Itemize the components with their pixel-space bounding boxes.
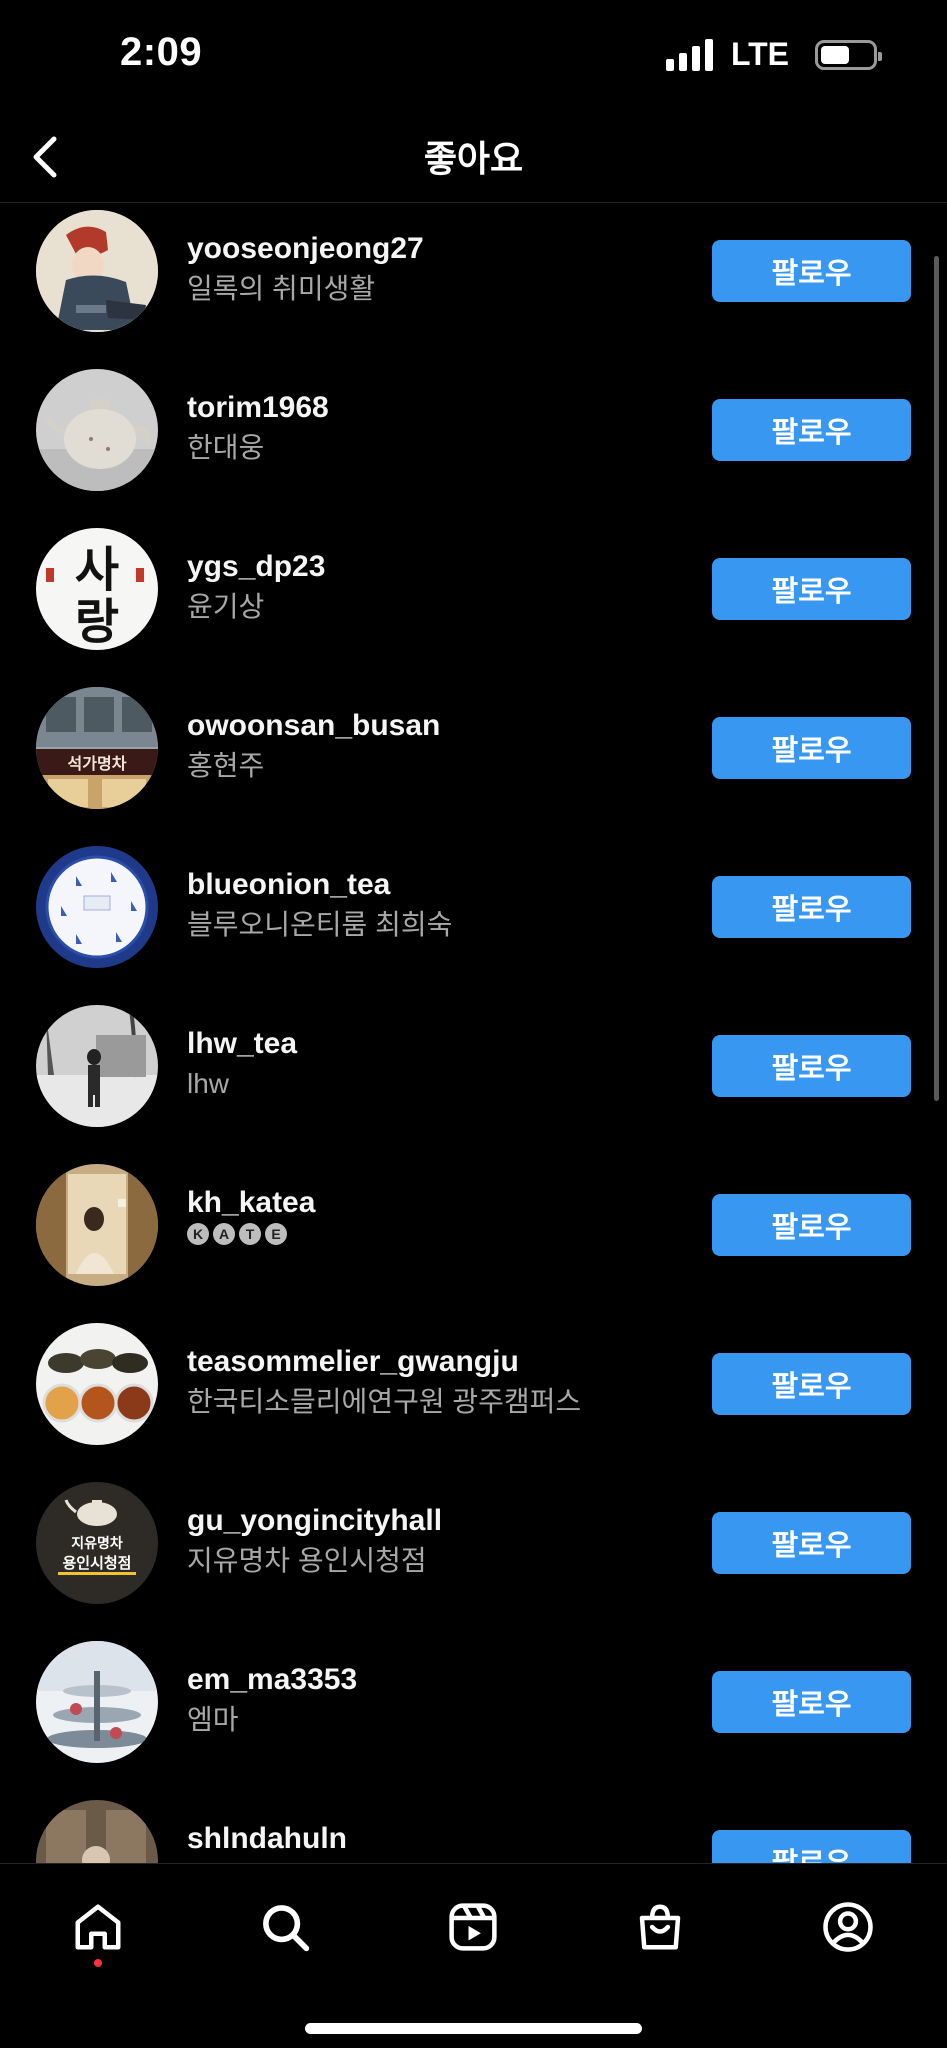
svg-text:석가명차: 석가명차: [68, 754, 127, 773]
follow-button[interactable]: 팔로우: [712, 876, 911, 938]
full-name: 한국티소믈리에연구원 광주캠퍼스: [187, 1386, 582, 1417]
follow-button[interactable]: 팔로우: [712, 1671, 911, 1733]
full-name-badges: K A T E: [187, 1223, 287, 1245]
home-indicator: [305, 2023, 642, 2034]
list-item[interactable]: shlndahuln 팔로우: [0, 1793, 947, 1863]
avatar[interactable]: [36, 1323, 158, 1445]
full-name: 엠마: [187, 1704, 239, 1735]
follow-button[interactable]: 팔로우: [712, 1035, 911, 1097]
shop-icon: [639, 1904, 681, 1950]
follow-button[interactable]: 팔로우: [712, 1194, 911, 1256]
tab-search[interactable]: [250, 1892, 320, 1962]
username[interactable]: ygs_dp23: [187, 547, 325, 587]
avatar[interactable]: [36, 1164, 158, 1286]
tab-reels[interactable]: [438, 1892, 508, 1962]
username[interactable]: owoonsan_busan: [187, 706, 440, 746]
tab-shop[interactable]: [625, 1892, 695, 1962]
avatar[interactable]: [36, 1005, 158, 1127]
likes-list[interactable]: yooseonjeong27 일록의 취미생활 팔로우 torim1968 한대…: [0, 203, 947, 1863]
username[interactable]: yooseonjeong27: [187, 229, 424, 269]
avatar[interactable]: [36, 210, 158, 332]
avatar[interactable]: 석가명차: [36, 687, 158, 809]
avatar[interactable]: [36, 846, 158, 968]
list-item[interactable]: 석가명차 owoonsan_busan 홍현주 팔로우: [0, 680, 947, 839]
list-item[interactable]: torim1968 한대웅 팔로우: [0, 362, 947, 521]
likes-screen: 2:09 LTE 좋아요 yooseonjeong27 일록의 취미생활 팔로우…: [0, 0, 947, 2048]
full-name: 한대웅: [187, 432, 265, 463]
tab-bar: [0, 1863, 947, 2048]
full-name: 지유명차 용인시청점: [187, 1545, 427, 1576]
profile-icon: [823, 1902, 873, 1952]
page-title: 좋아요: [423, 138, 524, 179]
full-name: 홍현주: [187, 750, 265, 781]
follow-button[interactable]: 팔로우: [712, 1353, 911, 1415]
tab-home[interactable]: [63, 1892, 133, 1962]
list-item[interactable]: 사 랑 ygs_dp23 윤기상 팔로우: [0, 521, 947, 680]
username[interactable]: blueonion_tea: [187, 865, 452, 905]
svg-text:용인시청점: 용인시청점: [62, 1554, 131, 1572]
username[interactable]: shlndahuln: [187, 1819, 347, 1859]
network-label: LTE: [730, 36, 789, 72]
avatar[interactable]: [36, 1800, 158, 1863]
follow-button[interactable]: 팔로우: [712, 1512, 911, 1574]
list-item[interactable]: lhw_tea lhw 팔로우: [0, 998, 947, 1157]
follow-button[interactable]: 팔로우: [712, 399, 911, 461]
svg-text:사: 사: [75, 542, 119, 598]
svg-text:랑: 랑: [75, 594, 119, 650]
follow-button[interactable]: 팔로우: [712, 1830, 911, 1863]
username[interactable]: gu_yongincityhall: [187, 1501, 442, 1541]
reels-icon: [449, 1903, 497, 1951]
full-name: 윤기상: [187, 591, 265, 622]
list-item[interactable]: kh_katea K A T E 팔로우: [0, 1157, 947, 1316]
list-item[interactable]: blueonion_tea 블루오니온티룸 최희숙 팔로우: [0, 839, 947, 998]
list-item[interactable]: em_ma3353 엠마 팔로우: [0, 1634, 947, 1793]
status-indicators: LTE: [665, 36, 882, 73]
full-name: 블루오니온티룸 최희숙: [187, 909, 453, 940]
list-item[interactable]: 지유명차 용인시청점 gu_yongincityhall 지유명차 용인시청점 …: [0, 1475, 947, 1634]
username[interactable]: lhw_tea: [187, 1024, 297, 1064]
home-icon: [75, 1904, 121, 1950]
avatar[interactable]: 지유명차 용인시청점: [36, 1482, 158, 1604]
signal-icon: [665, 38, 713, 71]
username[interactable]: torim1968: [187, 388, 329, 428]
notification-dot: [94, 1959, 102, 1967]
header: 좋아요: [0, 112, 947, 203]
full-name: 일록의 취미생활: [187, 273, 376, 304]
list-item[interactable]: teasommelier_gwangju 한국티소믈리에연구원 광주캠퍼스 팔로…: [0, 1316, 947, 1475]
avatar[interactable]: 사 랑: [36, 528, 158, 650]
svg-text:지유명차: 지유명차: [71, 1535, 123, 1552]
battery-level: [821, 45, 849, 64]
battery-icon: [815, 39, 882, 70]
tab-profile[interactable]: [813, 1892, 883, 1962]
follow-button[interactable]: 팔로우: [712, 240, 911, 302]
avatar[interactable]: [36, 1641, 158, 1763]
scrollbar[interactable]: [934, 256, 939, 1101]
username[interactable]: em_ma3353: [187, 1660, 357, 1700]
search-icon: [263, 1905, 310, 1952]
follow-button[interactable]: 팔로우: [712, 717, 911, 779]
list-item[interactable]: yooseonjeong27 일록의 취미생활 팔로우: [0, 203, 947, 362]
status-time: 2:09: [120, 30, 203, 74]
status-bar: 2:09 LTE: [0, 0, 947, 112]
avatar[interactable]: [36, 369, 158, 491]
full-name: lhw: [187, 1068, 230, 1099]
follow-button[interactable]: 팔로우: [712, 558, 911, 620]
username[interactable]: teasommelier_gwangju: [187, 1342, 581, 1382]
